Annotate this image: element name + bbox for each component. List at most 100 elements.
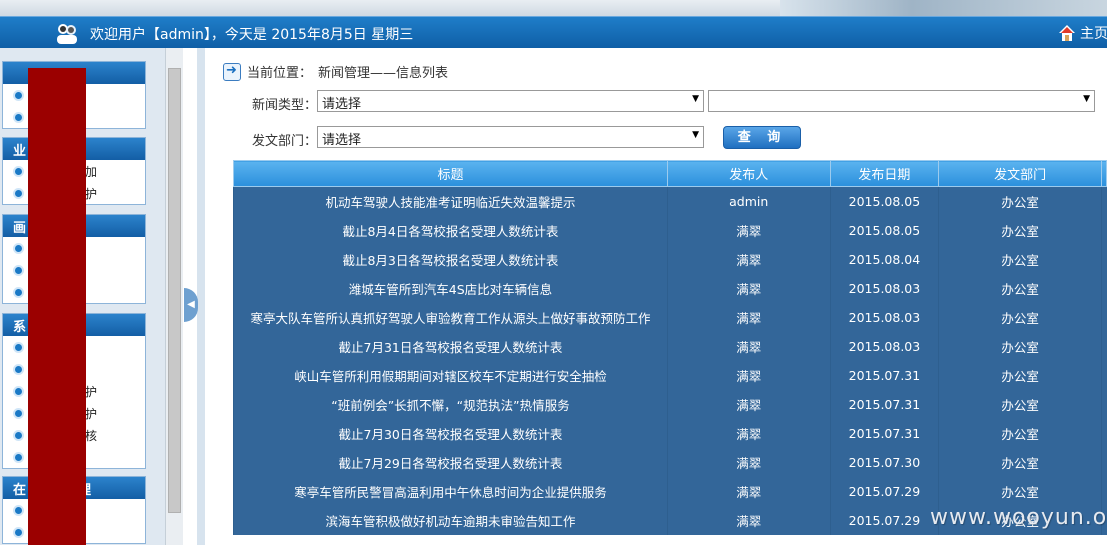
bullet-icon xyxy=(13,111,24,123)
watermark: www.wooyun.org xyxy=(930,505,1107,530)
cell-publisher: 满翠 xyxy=(666,302,830,332)
cell-publisher: 满翠 xyxy=(666,476,830,506)
cell-title[interactable]: 潍城车管所到汽车4S店比对车辆信息 xyxy=(233,273,668,303)
cell-extra xyxy=(1100,244,1107,274)
table-row[interactable]: 机动车驾驶人技能准考证明临近失效温馨提示 admin 2015.08.05 办公室 xyxy=(233,186,1107,216)
news-type-label: 新闻类型： xyxy=(252,98,318,113)
cell-department: 办公室 xyxy=(938,302,1102,332)
cell-publisher: 满翠 xyxy=(666,273,830,303)
cell-extra xyxy=(1100,273,1107,303)
cell-publisher: 满翠 xyxy=(666,244,830,274)
cell-date: 2015.07.31 xyxy=(829,418,939,448)
bullet-icon xyxy=(13,526,24,538)
cell-extra xyxy=(1100,360,1107,390)
cell-department: 办公室 xyxy=(938,389,1102,419)
cell-department: 办公室 xyxy=(938,215,1102,245)
breadcrumb-path: 新闻管理——信息列表 xyxy=(318,66,449,81)
bullet-icon xyxy=(13,407,24,419)
department-label: 发文部门： xyxy=(252,134,318,149)
cell-extra xyxy=(1100,186,1107,216)
cell-title[interactable]: 截止7月30日各驾校报名受理人数统计表 xyxy=(233,418,668,448)
cell-extra xyxy=(1100,476,1107,506)
cell-date: 2015.08.03 xyxy=(829,273,939,303)
table-row[interactable]: 寒亭大队车管所认真抓好驾驶人审验教育工作从源头上做好事故预防工作 满翠 2015.0… xyxy=(233,302,1107,332)
news-table: 标题 发布人 发布日期 发文部门 机动车驾驶人技能准考证明临近失效温馨提示 adm… xyxy=(233,160,1107,535)
cell-department: 办公室 xyxy=(938,331,1102,361)
cell-title[interactable]: 截止7月31日各驾校报名受理人数统计表 xyxy=(233,331,668,361)
cell-date: 2015.07.31 xyxy=(829,360,939,390)
cell-date: 2015.07.29 xyxy=(829,505,939,535)
cell-date: 2015.08.05 xyxy=(829,186,939,216)
news-type-select[interactable]: 请选择 ▼ xyxy=(317,90,704,112)
cell-title[interactable]: 截止8月3日各驾校报名受理人数统计表 xyxy=(233,244,668,274)
cell-title[interactable]: 滨海车管积极做好机动车逾期未审验告知工作 xyxy=(233,505,668,535)
chevron-down-icon: ▼ xyxy=(1083,94,1090,104)
users-icon xyxy=(57,24,77,44)
header-bar: 欢迎用户【admin】，今天是 2015年8月5日 星期三 主页 xyxy=(0,16,1107,48)
bullet-icon xyxy=(13,385,24,397)
cell-department: 办公室 xyxy=(938,186,1102,216)
sidebar-scrollbar[interactable] xyxy=(165,48,183,545)
table-row[interactable]: 截止7月29日各驾校报名受理人数统计表 满翠 2015.07.30 办公室 xyxy=(233,447,1107,477)
table-row[interactable]: 寒亭车管所民警冒高温利用中午休息时间为企业提供服务 满翠 2015.07.29 办公室 xyxy=(233,476,1107,506)
table-row[interactable]: 截止7月31日各驾校报名受理人数统计表 满翠 2015.08.03 办公室 xyxy=(233,331,1107,361)
bullet-icon xyxy=(13,451,24,463)
cell-date: 2015.08.04 xyxy=(829,244,939,274)
table-row[interactable]: 潍城车管所到汽车4S店比对车辆信息 满翠 2015.08.03 办公室 xyxy=(233,273,1107,303)
cell-department: 办公室 xyxy=(938,244,1102,274)
table-row[interactable]: 截止8月3日各驾校报名受理人数统计表 满翠 2015.08.04 办公室 xyxy=(233,244,1107,274)
cell-title[interactable]: 寒亭大队车管所认真抓好驾驶人审验教育工作从源头上做好事故预防工作 xyxy=(233,302,668,332)
bullet-icon xyxy=(13,363,24,375)
cell-title[interactable]: 截止8月4日各驾校报名受理人数统计表 xyxy=(233,215,668,245)
cell-publisher: 满翠 xyxy=(666,447,830,477)
cell-department: 办公室 xyxy=(938,447,1102,477)
table-header-row: 标题 发布人 发布日期 发文部门 xyxy=(233,160,1107,187)
table-row[interactable]: 截止7月30日各驾校报名受理人数统计表 满翠 2015.07.31 办公室 xyxy=(233,418,1107,448)
query-button[interactable]: 查 询 xyxy=(723,126,801,149)
column-header-publisher[interactable]: 发布人 xyxy=(666,160,831,187)
cell-department: 办公室 xyxy=(938,273,1102,303)
banner-image xyxy=(780,0,1107,16)
top-banner xyxy=(0,0,1107,16)
home-link[interactable]: 主页 xyxy=(1058,23,1107,43)
cell-date: 2015.08.03 xyxy=(829,331,939,361)
arrow-right-icon xyxy=(223,62,241,81)
home-label: 主页 xyxy=(1080,26,1107,42)
cell-date: 2015.07.29 xyxy=(829,476,939,506)
department-select[interactable]: 请选择 ▼ xyxy=(317,126,704,148)
cell-extra xyxy=(1100,302,1107,332)
cell-title[interactable]: “班前例会”长抓不懈，“规范执法”热情服务 xyxy=(233,389,668,419)
cell-department: 办公室 xyxy=(938,418,1102,448)
welcome-text: 欢迎用户【admin】，今天是 2015年8月5日 星期三 xyxy=(90,27,414,43)
column-header-date[interactable]: 发布日期 xyxy=(829,160,940,187)
cell-publisher: 满翠 xyxy=(666,360,830,390)
breadcrumb: 当前位置： 新闻管理——信息列表 xyxy=(223,62,448,81)
cell-extra xyxy=(1100,389,1107,419)
column-header-title[interactable]: 标题 xyxy=(233,160,668,187)
cell-title[interactable]: 寒亭车管所民警冒高温利用中午休息时间为企业提供服务 xyxy=(233,476,668,506)
bullet-icon xyxy=(13,341,24,353)
cell-title[interactable]: 机动车驾驶人技能准考证明临近失效温馨提示 xyxy=(233,186,668,216)
cell-publisher: 满翠 xyxy=(666,215,830,245)
scrollbar-thumb[interactable] xyxy=(168,68,181,513)
cell-date: 2015.07.30 xyxy=(829,447,939,477)
cell-department: 办公室 xyxy=(938,360,1102,390)
table-row[interactable]: 截止8月4日各驾校报名受理人数统计表 满翠 2015.08.05 办公室 xyxy=(233,215,1107,245)
cell-publisher: 满翠 xyxy=(666,505,830,535)
collapse-sidebar-button[interactable]: ◀ xyxy=(184,288,198,322)
column-header-extra xyxy=(1100,160,1107,187)
home-icon xyxy=(1059,25,1075,41)
news-subtype-select[interactable]: ▼ xyxy=(708,90,1095,112)
chevron-down-icon: ▼ xyxy=(692,94,699,104)
cell-title[interactable]: 峡山车管所利用假期期间对辖区校车不定期进行安全抽检 xyxy=(233,360,668,390)
cell-title[interactable]: 截止7月29日各驾校报名受理人数统计表 xyxy=(233,447,668,477)
column-header-department[interactable]: 发文部门 xyxy=(938,160,1102,187)
table-row[interactable]: “班前例会”长抓不懈，“规范执法”热情服务 满翠 2015.07.31 办公室 xyxy=(233,389,1107,419)
cell-department: 办公室 xyxy=(938,476,1102,506)
bullet-icon xyxy=(13,429,24,441)
cell-publisher: admin xyxy=(666,186,830,216)
table-row[interactable]: 峡山车管所利用假期期间对辖区校车不定期进行安全抽检 满翠 2015.07.31 办公室 xyxy=(233,360,1107,390)
frame-divider xyxy=(197,48,205,545)
bullet-icon xyxy=(13,242,24,254)
cell-date: 2015.08.05 xyxy=(829,215,939,245)
